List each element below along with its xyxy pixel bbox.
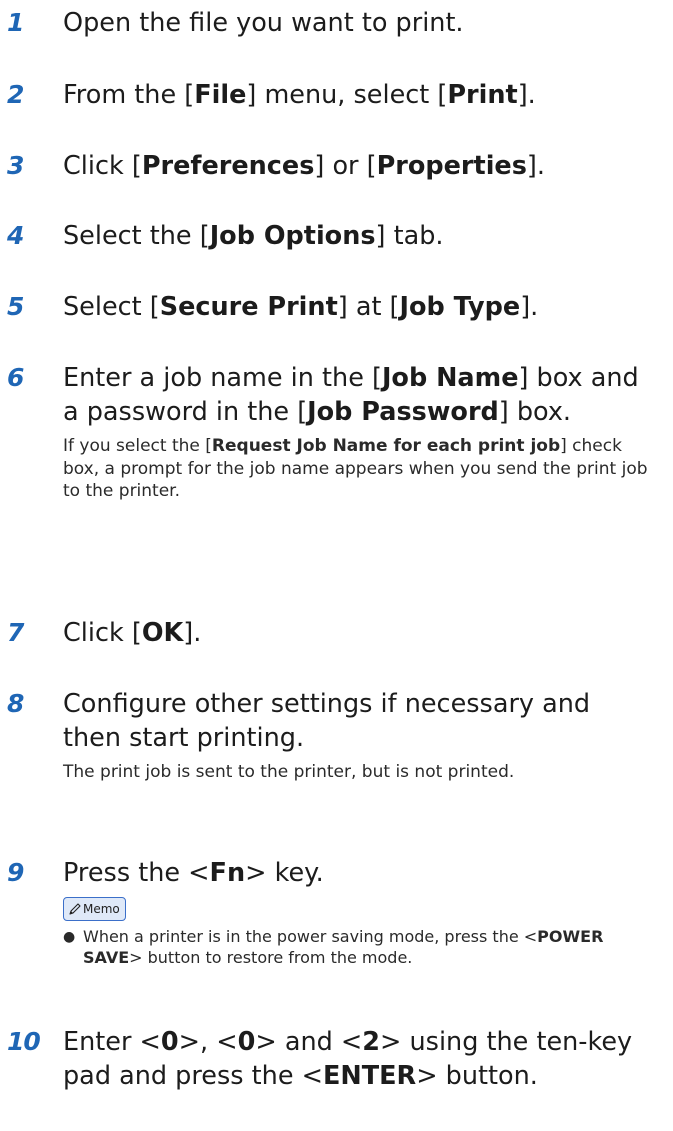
step-10: 10 Enter <0>, <0> and <2> using the ten-…: [0, 1025, 653, 1093]
step-7: 7 Click [OK].: [0, 616, 201, 650]
step-text: Click [Preferences] or [Properties].: [63, 151, 545, 181]
step-number: 2: [7, 80, 25, 109]
step-number: 7: [7, 618, 25, 647]
step-5: 5 Select [Secure Print] at [Job Type].: [0, 290, 538, 324]
step-text: Configure other settings if necessary an…: [63, 689, 591, 753]
step-number: 3: [7, 151, 25, 180]
step-text: Select [Secure Print] at [Job Type].: [63, 292, 539, 322]
step-3: 3 Click [Preferences] or [Properties].: [0, 149, 545, 183]
step-8: 8 Configure other settings if necessary …: [0, 687, 653, 784]
bullet-icon: ●: [63, 929, 76, 945]
step-number: 8: [7, 689, 25, 718]
memo-item: ● When a printer is in the power saving …: [63, 927, 604, 967]
step-text: Enter <0>, <0> and <2> using the ten-key…: [63, 1027, 633, 1091]
step-detail: If you select the [Request Job Name for …: [63, 436, 648, 501]
step-number: 9: [7, 858, 25, 887]
step-9: 9 Press the <Fn> key. Memo ● When a prin…: [0, 856, 653, 968]
step-1: 1 Open the file you want to print.: [0, 6, 464, 40]
step-text: From the [File] menu, select [Print].: [63, 80, 536, 110]
step-number: 4: [7, 221, 25, 250]
pencil-icon: [69, 903, 81, 915]
step-detail: The print job is sent to the printer, bu…: [63, 762, 515, 782]
step-4: 4 Select the [Job Options] tab.: [0, 219, 444, 253]
step-number: 1: [7, 8, 25, 37]
step-text: Press the <Fn> key.: [63, 858, 324, 888]
memo-label: Memo: [83, 902, 120, 916]
step-2: 2 From the [File] menu, select [Print].: [0, 78, 536, 112]
step-number: 5: [7, 292, 25, 321]
memo-badge: Memo: [63, 897, 126, 921]
step-number: 6: [7, 363, 25, 392]
step-text: Open the file you want to print.: [63, 8, 464, 38]
step-text: Enter a job name in the [Job Name] box a…: [63, 363, 639, 427]
step-text: Click [OK].: [63, 618, 202, 648]
step-number: 10: [7, 1027, 41, 1056]
step-text: Select the [Job Options] tab.: [63, 221, 444, 251]
step-6: 6 Enter a job name in the [Job Name] box…: [0, 361, 653, 503]
